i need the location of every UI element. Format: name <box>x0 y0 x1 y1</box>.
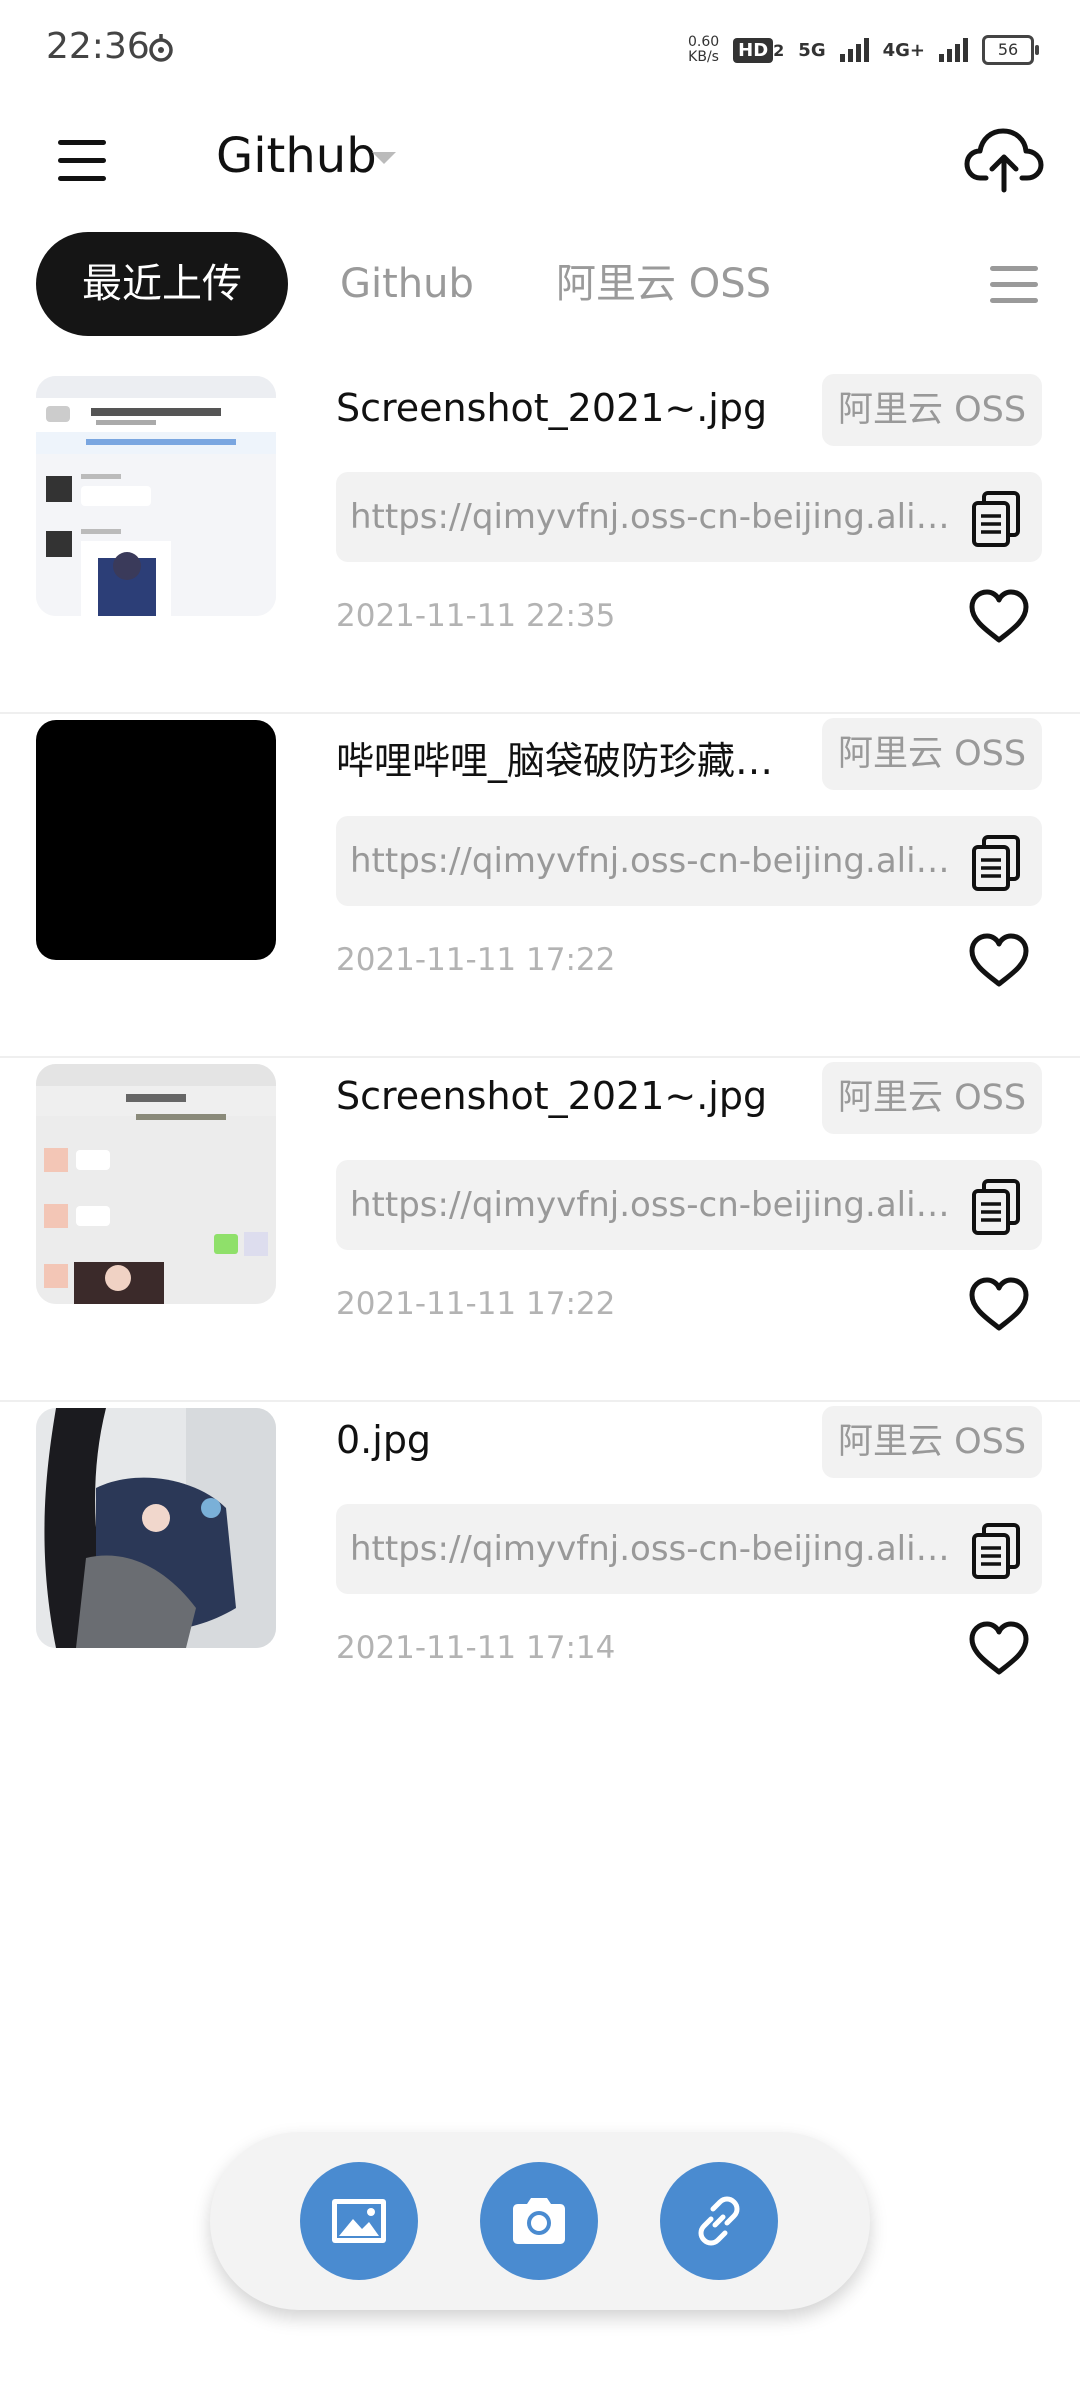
copy-icon[interactable] <box>970 490 1022 548</box>
file-name: 哔哩哔哩_脑袋破防珍藏版.jpg <box>336 739 796 783</box>
hd-indicator: HD 2 <box>733 37 784 63</box>
provider-badge: 阿里云 OSS <box>822 1062 1042 1134</box>
heart-icon[interactable] <box>968 1276 1030 1332</box>
heart-icon[interactable] <box>968 588 1030 644</box>
net-4g-label: 4G+ <box>882 39 925 61</box>
network-speed: 0.60 KB/s <box>687 34 720 65</box>
url-field[interactable]: https://qimyvfnj.oss-cn-beijing.aliyuncs… <box>336 1160 1042 1250</box>
sync-icon <box>149 34 173 62</box>
provider-badge: 阿里云 OSS <box>822 718 1042 790</box>
take-photo-button[interactable] <box>480 2162 598 2280</box>
thumbnail-image[interactable] <box>36 376 276 616</box>
link-icon <box>698 2196 740 2246</box>
thumbnail-image[interactable] <box>36 720 276 960</box>
app-header: Github <box>0 100 1080 220</box>
heart-icon[interactable] <box>968 932 1030 988</box>
copy-icon[interactable] <box>970 1522 1022 1580</box>
thumbnail-image[interactable] <box>36 1408 276 1648</box>
battery-icon: 56 <box>982 35 1039 65</box>
upload-date: 2021-11-11 17:22 <box>336 942 616 978</box>
file-url: https://qimyvfnj.oss-cn-beijing.aliyuncs… <box>350 841 950 881</box>
upload-list: Screenshot_2021~.jpg 阿里云 OSS https://qim… <box>0 370 1080 1744</box>
copy-icon[interactable] <box>970 1178 1022 1236</box>
tab-github[interactable]: Github <box>340 232 474 336</box>
file-name: 0.jpg <box>336 1418 432 1462</box>
file-url: https://qimyvfnj.oss-cn-beijing.aliyuncs… <box>350 497 950 537</box>
file-name: Screenshot_2021~.jpg <box>336 386 768 430</box>
file-name: Screenshot_2021~.jpg <box>336 1074 768 1118</box>
signal-bars-icon <box>939 38 968 62</box>
menu-icon[interactable] <box>50 136 120 188</box>
upload-date: 2021-11-11 17:22 <box>336 1286 616 1322</box>
url-field[interactable]: https://qimyvfnj.oss-cn-beijing.aliyuncs… <box>336 472 1042 562</box>
list-item[interactable]: 0.jpg 阿里云 OSS https://qimyvfnj.oss-cn-be… <box>0 1402 1080 1744</box>
list-item[interactable]: 哔哩哔哩_脑袋破防珍藏版.jpg 阿里云 OSS https://qimyvfn… <box>0 714 1080 1058</box>
file-url: https://qimyvfnj.oss-cn-beijing.aliyuncs… <box>350 1529 950 1569</box>
list-item[interactable]: Screenshot_2021~.jpg 阿里云 OSS https://qim… <box>0 370 1080 714</box>
tab-bar: 最近上传 Github 阿里云 OSS <box>0 232 1080 336</box>
cloud-upload-icon[interactable] <box>964 124 1044 194</box>
url-field[interactable]: https://qimyvfnj.oss-cn-beijing.aliyuncs… <box>336 1504 1042 1594</box>
image-icon <box>332 2199 386 2243</box>
status-bar: 22:36 0.60 KB/s HD 2 5G 4G+ 56 <box>0 0 1080 100</box>
status-indicators: 0.60 KB/s HD 2 5G 4G+ 56 <box>687 30 1039 70</box>
tab-list-icon[interactable] <box>984 262 1044 308</box>
upload-link-button[interactable] <box>660 2162 778 2280</box>
camera-icon <box>513 2198 565 2244</box>
caret-down-icon[interactable] <box>372 152 396 164</box>
copy-icon[interactable] <box>970 834 1022 892</box>
provider-badge: 阿里云 OSS <box>822 374 1042 446</box>
heart-icon[interactable] <box>968 1620 1030 1676</box>
upload-date: 2021-11-11 22:35 <box>336 598 616 634</box>
upload-action-bar <box>210 2132 870 2310</box>
tab-recent[interactable]: 最近上传 <box>36 232 288 336</box>
thumbnail-image[interactable] <box>36 1064 276 1304</box>
signal-bars-icon <box>839 38 869 62</box>
list-item[interactable]: Screenshot_2021~.jpg 阿里云 OSS https://qim… <box>0 1058 1080 1402</box>
provider-badge: 阿里云 OSS <box>822 1406 1042 1478</box>
pick-image-button[interactable] <box>300 2162 418 2280</box>
status-time: 22:36 <box>46 26 150 67</box>
file-url: https://qimyvfnj.oss-cn-beijing.aliyuncs… <box>350 1185 950 1225</box>
upload-date: 2021-11-11 17:14 <box>336 1630 616 1666</box>
repo-selector-title[interactable]: Github <box>216 128 377 184</box>
net-5g-label: 5G <box>798 39 826 61</box>
url-field[interactable]: https://qimyvfnj.oss-cn-beijing.aliyuncs… <box>336 816 1042 906</box>
tab-aliyun-oss[interactable]: 阿里云 OSS <box>556 232 771 336</box>
